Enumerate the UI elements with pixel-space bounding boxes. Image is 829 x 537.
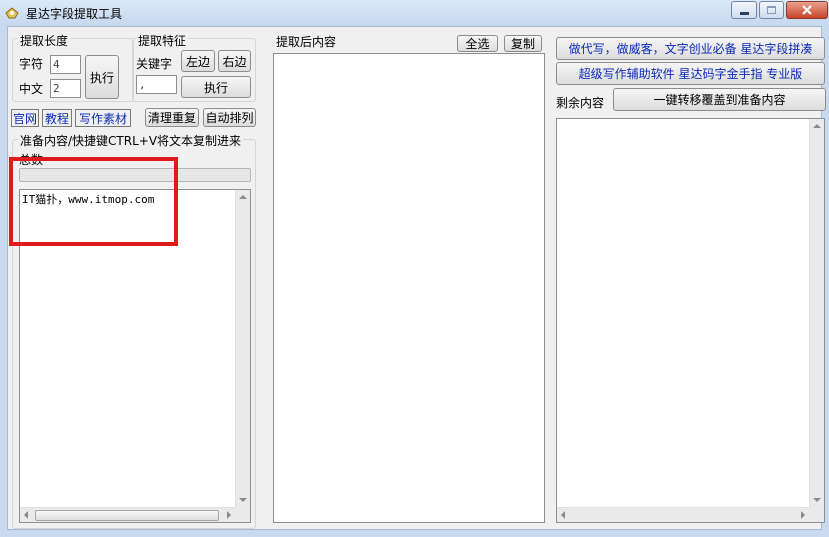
scrollbar-corner [809, 507, 824, 522]
length-execute-button[interactable]: 执行 [85, 55, 119, 99]
remaining-vertical-scrollbar[interactable] [809, 119, 824, 507]
client-area: 提取长度 字符 4 中文 2 执行 提取特征 关键字 左边 右边 , 执行 官网… [7, 26, 826, 530]
maximize-icon [767, 6, 776, 14]
left-side-button[interactable]: 左边 [181, 50, 215, 72]
scroll-up-icon[interactable] [813, 124, 821, 128]
app-logo-icon [4, 5, 20, 21]
title-bar[interactable]: 星达字段提取工具 [0, 0, 829, 26]
window-title: 星达字段提取工具 [26, 7, 123, 21]
auto-sort-button[interactable]: 自动排列 [203, 108, 256, 127]
scroll-down-icon[interactable] [239, 498, 247, 502]
close-button[interactable] [786, 1, 828, 19]
scroll-up-icon[interactable] [239, 195, 247, 199]
char-label: 字符 [19, 57, 44, 71]
close-icon [802, 5, 812, 15]
highlight-annotation-box [9, 157, 178, 246]
app-window: 星达字段提取工具 提取长度 字符 4 中文 2 执行 提取特征 关键字 左边 右… [0, 0, 829, 537]
copy-button[interactable]: 复制 [504, 35, 542, 52]
official-site-link[interactable]: 官网 [11, 109, 39, 127]
char-count-input[interactable]: 4 [50, 55, 81, 74]
scrollbar-corner [235, 507, 250, 522]
horizontal-scroll-thumb[interactable] [35, 510, 219, 521]
chinese-count-input[interactable]: 2 [50, 79, 81, 98]
feature-group-title: 提取特征 [136, 32, 189, 49]
minimize-icon [739, 11, 749, 15]
writing-material-link[interactable]: 写作素材 [75, 109, 131, 127]
keyword-input[interactable]: , [136, 75, 177, 94]
transfer-to-prepare-button[interactable]: 一键转移覆盖到准备内容 [613, 88, 826, 111]
minimize-button[interactable] [731, 1, 757, 19]
maximize-button[interactable] [759, 1, 784, 19]
scroll-right-icon[interactable] [227, 511, 231, 519]
scroll-down-icon[interactable] [813, 498, 821, 502]
select-all-button[interactable]: 全选 [457, 35, 498, 52]
remaining-label: 剩余内容 [556, 96, 605, 110]
extracted-title: 提取后内容 [276, 35, 337, 49]
prepare-vertical-scrollbar[interactable] [235, 190, 250, 507]
keyword-label: 关键字 [136, 57, 173, 71]
ad-link-2[interactable]: 超级写作辅助软件 星达码字金手指 专业版 [556, 62, 825, 85]
extracted-textarea[interactable] [273, 53, 545, 523]
clear-duplicates-button[interactable]: 清理重复 [145, 108, 199, 127]
ad-link-1[interactable]: 做代写，做威客，文字创业必备 星达字段拼凑 [556, 37, 825, 60]
tutorial-link[interactable]: 教程 [42, 109, 72, 127]
prepare-group-title: 准备内容/快捷键CTRL+V将文本复制进来 [18, 132, 244, 149]
feature-execute-button[interactable]: 执行 [181, 76, 251, 98]
scroll-left-icon[interactable] [561, 511, 565, 519]
scroll-left-icon[interactable] [24, 511, 28, 519]
length-group-title: 提取长度 [18, 32, 71, 49]
prepare-horizontal-scrollbar[interactable] [20, 507, 235, 522]
remaining-textarea[interactable] [556, 118, 825, 523]
scroll-right-icon[interactable] [801, 511, 805, 519]
remaining-horizontal-scrollbar[interactable] [557, 507, 809, 522]
chinese-label: 中文 [19, 82, 44, 96]
right-side-button[interactable]: 右边 [218, 50, 251, 72]
